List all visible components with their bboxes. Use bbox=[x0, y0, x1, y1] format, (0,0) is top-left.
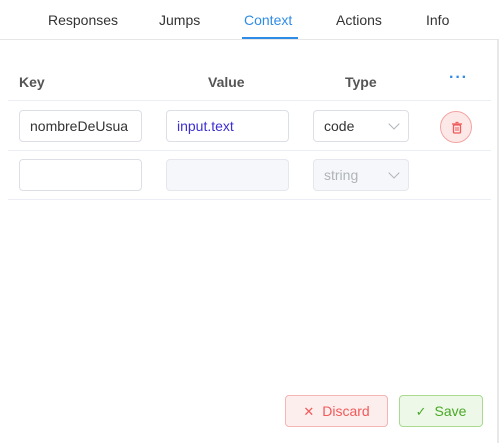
column-header-value: Value bbox=[208, 74, 245, 90]
column-header-type: Type bbox=[345, 74, 377, 90]
value-input[interactable]: input.text bbox=[166, 110, 289, 142]
type-select-value: code bbox=[324, 118, 355, 134]
new-key-input[interactable] bbox=[19, 159, 142, 191]
row-divider bbox=[8, 199, 491, 200]
tab-context[interactable]: Context bbox=[244, 12, 292, 28]
column-header-key: Key bbox=[19, 74, 45, 90]
chevron-down-icon bbox=[388, 167, 400, 179]
tab-info[interactable]: Info bbox=[426, 12, 449, 28]
row-divider bbox=[8, 150, 491, 151]
more-horizontal-icon[interactable]: ··· bbox=[449, 70, 468, 86]
delete-row-button[interactable] bbox=[440, 111, 472, 143]
tab-actions[interactable]: Actions bbox=[336, 12, 382, 28]
save-button[interactable]: ✓ Save bbox=[399, 395, 483, 427]
save-label: Save bbox=[434, 403, 467, 419]
key-input[interactable]: nombreDeUsua bbox=[19, 110, 142, 142]
chevron-down-icon bbox=[388, 118, 400, 130]
active-tab-indicator bbox=[242, 37, 298, 39]
row-divider bbox=[8, 100, 491, 101]
type-select-value: string bbox=[324, 167, 359, 183]
check-icon: ✓ bbox=[415, 404, 427, 419]
discard-button[interactable]: ✕ Discard bbox=[285, 395, 388, 427]
close-icon: ✕ bbox=[303, 404, 315, 419]
tab-jumps[interactable]: Jumps bbox=[159, 12, 200, 28]
trash-icon bbox=[452, 121, 462, 134]
type-select[interactable]: code bbox=[313, 110, 409, 142]
new-value-input bbox=[166, 159, 289, 191]
tab-bar: Responses Jumps Context Actions Info bbox=[0, 0, 499, 40]
new-type-select: string bbox=[313, 159, 409, 191]
tab-responses[interactable]: Responses bbox=[48, 12, 118, 28]
discard-label: Discard bbox=[322, 403, 370, 419]
